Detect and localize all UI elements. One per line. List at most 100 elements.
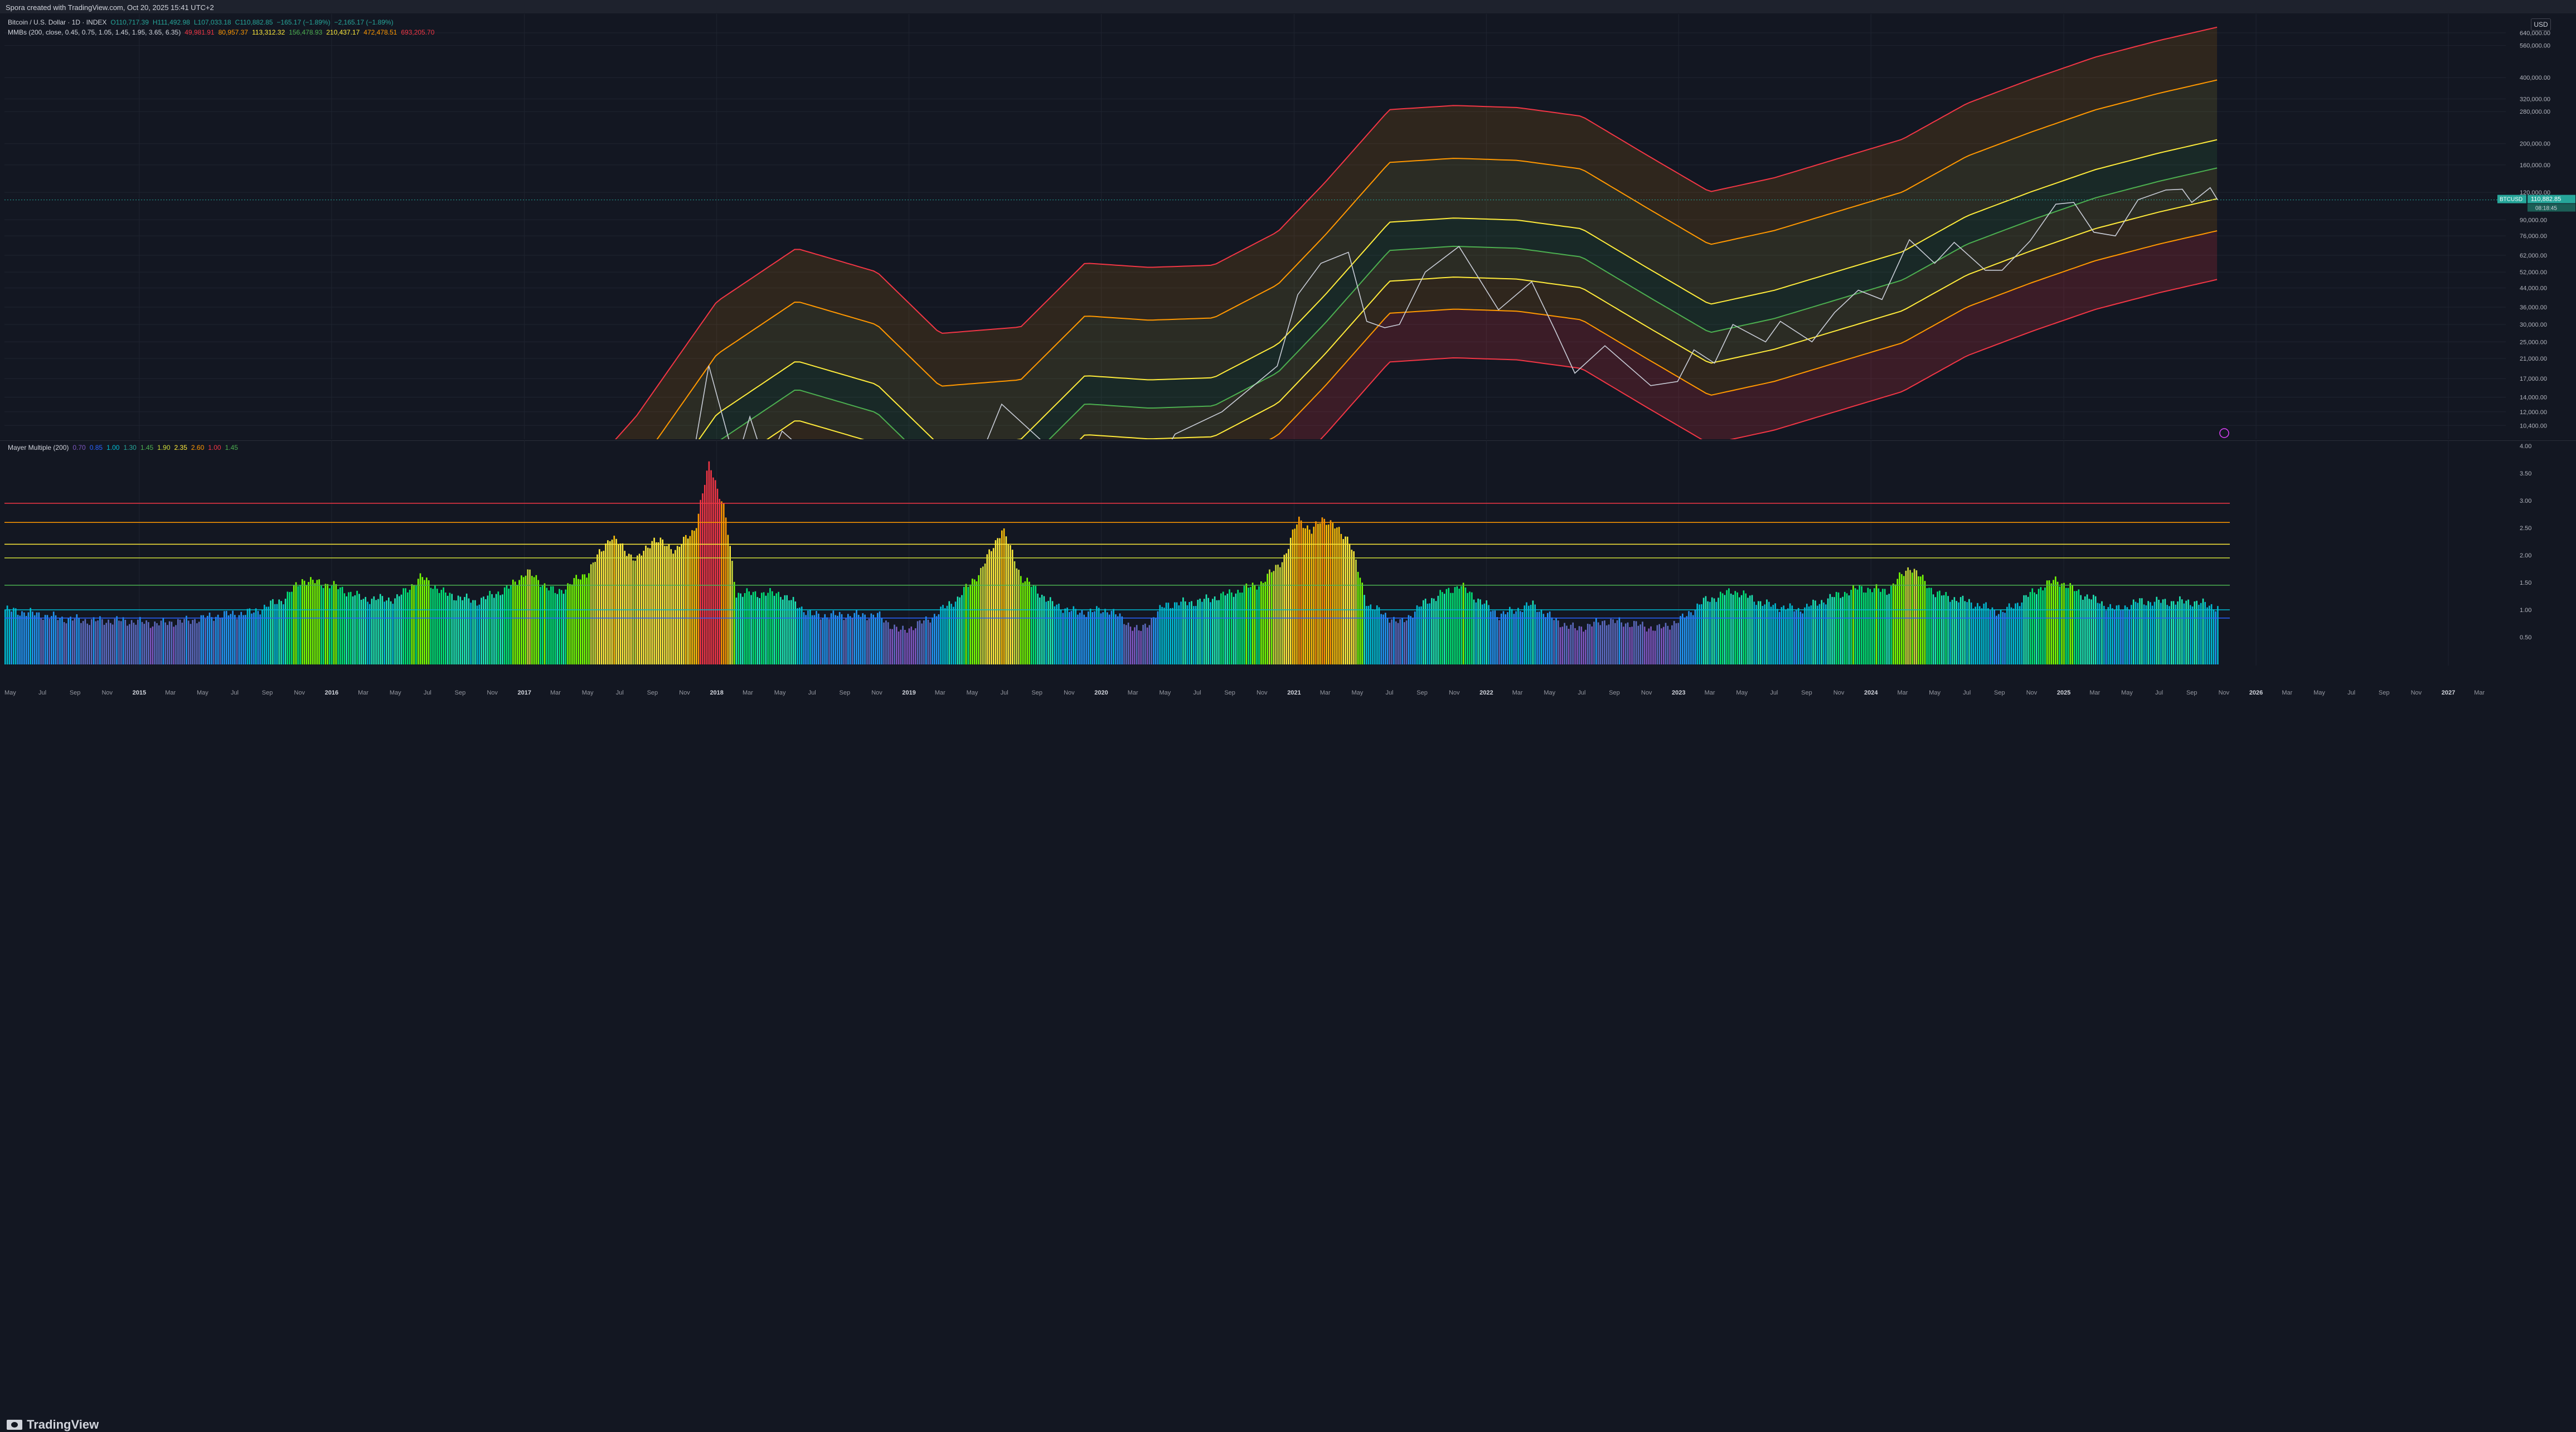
currency-button[interactable]: USD <box>2531 18 2551 31</box>
mayer-bar <box>1650 626 1652 664</box>
mayer-bar <box>1414 611 1416 664</box>
mayer-bar <box>1721 593 1724 664</box>
mayer-bar <box>449 593 451 664</box>
mayer-bar <box>1054 606 1056 664</box>
mayer-bar <box>1882 589 1884 664</box>
mayer-y-tick-label: 3.50 <box>2520 470 2531 477</box>
mayer-bar <box>1326 525 1327 664</box>
mayer-bar <box>2112 608 2113 664</box>
mayer-bar <box>828 619 830 664</box>
mayer-bar <box>1989 610 1991 664</box>
mmb-6: 472,478.51 <box>363 28 397 36</box>
mayer-bar <box>1176 602 1178 664</box>
mayer-bar <box>1842 596 1844 664</box>
mayer-bar <box>1064 608 1066 664</box>
mayer-bar <box>129 624 130 664</box>
mayer-bar <box>2120 610 2122 664</box>
mayer-bar <box>554 593 556 664</box>
mayer-bar <box>997 538 998 664</box>
mayer-bar <box>1604 620 1605 664</box>
mayer-bar <box>1975 606 1976 664</box>
mayer-bar <box>280 601 282 664</box>
mayer-bar <box>1871 592 1873 664</box>
time-tick-label: Mar <box>165 690 176 696</box>
mayer-bar <box>1393 617 1395 664</box>
mayer-bar <box>1713 598 1715 664</box>
mayer-bar <box>767 593 769 664</box>
mayer-bar <box>1624 623 1627 664</box>
mayer-bar <box>1587 624 1589 664</box>
mayer-bar <box>1047 601 1049 664</box>
mayer-bar <box>1037 593 1039 664</box>
mayer-bar <box>72 620 74 664</box>
price-y-tick-label: 36,000.00 <box>2520 304 2547 311</box>
time-tick-label: 2023 <box>1672 690 1685 696</box>
mayer-bar <box>1528 605 1530 664</box>
mmb-bands <box>615 26 2218 439</box>
mayer-bar <box>1656 625 1658 664</box>
time-tick-label: May <box>1160 690 1171 696</box>
mayer-bar <box>1069 611 1070 664</box>
mayer-bar <box>1010 545 1011 664</box>
mayer-bar <box>2090 599 2092 664</box>
mayer-bar <box>910 627 913 664</box>
mayer-bar <box>236 619 238 664</box>
price-chart-svg[interactable]: 640,000.00 560,000.00 400,000.00 320,000.00… <box>0 14 2576 439</box>
mayer-bar <box>103 624 105 664</box>
mayer-bar <box>1264 581 1267 664</box>
mayer-bar <box>1229 589 1230 664</box>
time-tick-label: Mar <box>2089 690 2100 696</box>
mayer-bar <box>645 545 647 664</box>
mayer-y-tick-label: 0.50 <box>2520 634 2531 641</box>
mayer-bar <box>1079 613 1081 664</box>
price-chart-panel[interactable]: 640,000.00 560,000.00 400,000.00 320,000.00… <box>0 14 2576 439</box>
mayer-bar <box>927 619 929 664</box>
tradingview-brand[interactable]: TradingView <box>7 1418 99 1432</box>
mayer-bar <box>1405 620 1408 664</box>
mayer-bar <box>988 549 990 664</box>
mayer-bar <box>1595 618 1597 664</box>
mayer-bar <box>91 619 93 664</box>
mayer-bar <box>740 593 741 664</box>
mayer-bar <box>1766 599 1768 664</box>
mayer-bar <box>1467 593 1468 664</box>
mayer-bar <box>1777 609 1778 664</box>
time-tick-label: Sep <box>1801 690 1812 696</box>
mayer-bar <box>697 513 700 664</box>
time-tick-label: Sep <box>262 690 273 696</box>
mayer-bar <box>497 591 499 664</box>
time-tick-label: May <box>774 690 786 696</box>
mayer-bar <box>434 585 436 664</box>
mayer-bar <box>622 543 624 664</box>
mayer-bar <box>2187 599 2189 664</box>
mayer-bar <box>1593 622 1595 664</box>
mayer-bar <box>531 576 533 664</box>
mayer-bar <box>2164 599 2166 664</box>
mayer-bar <box>1623 627 1624 664</box>
mayer-y-tick-label: 4.00 <box>2520 443 2531 450</box>
mayer-bar <box>40 618 42 664</box>
mayer-bar <box>264 604 265 664</box>
mayer-bar <box>1437 595 1439 664</box>
mayer-bar <box>1658 624 1660 664</box>
mayer-multiple-svg[interactable]: 4.00 3.50 3.00 2.50 2.00 1.50 1.00 0.50 <box>0 440 2576 666</box>
mayer-bar <box>1346 536 1348 664</box>
mayer-bar <box>1711 597 1713 664</box>
mayer-bar <box>127 625 128 664</box>
mayer-bar <box>676 546 678 664</box>
mayer-bar <box>1545 617 1546 664</box>
time-tick-label: Nov <box>2026 690 2037 696</box>
mayer-bar <box>1184 601 1186 664</box>
price-y-tick-label: 160,000.00 <box>2520 162 2550 169</box>
mayer-bar <box>1098 608 1100 664</box>
mayer-bar <box>278 599 280 664</box>
mayer-bar <box>2191 606 2194 664</box>
mayer-bar <box>953 606 954 664</box>
mayer-bar <box>792 596 794 664</box>
mayer-bar <box>1837 592 1840 664</box>
mayer-bar <box>864 614 866 664</box>
mayer-bar <box>991 551 992 664</box>
mayer-multiple-panel[interactable]: 4.00 3.50 3.00 2.50 2.00 1.50 1.00 0.50 Mayer M… <box>0 440 2576 666</box>
mayer-bar <box>2213 609 2215 664</box>
mayer-bar <box>1793 611 1795 664</box>
